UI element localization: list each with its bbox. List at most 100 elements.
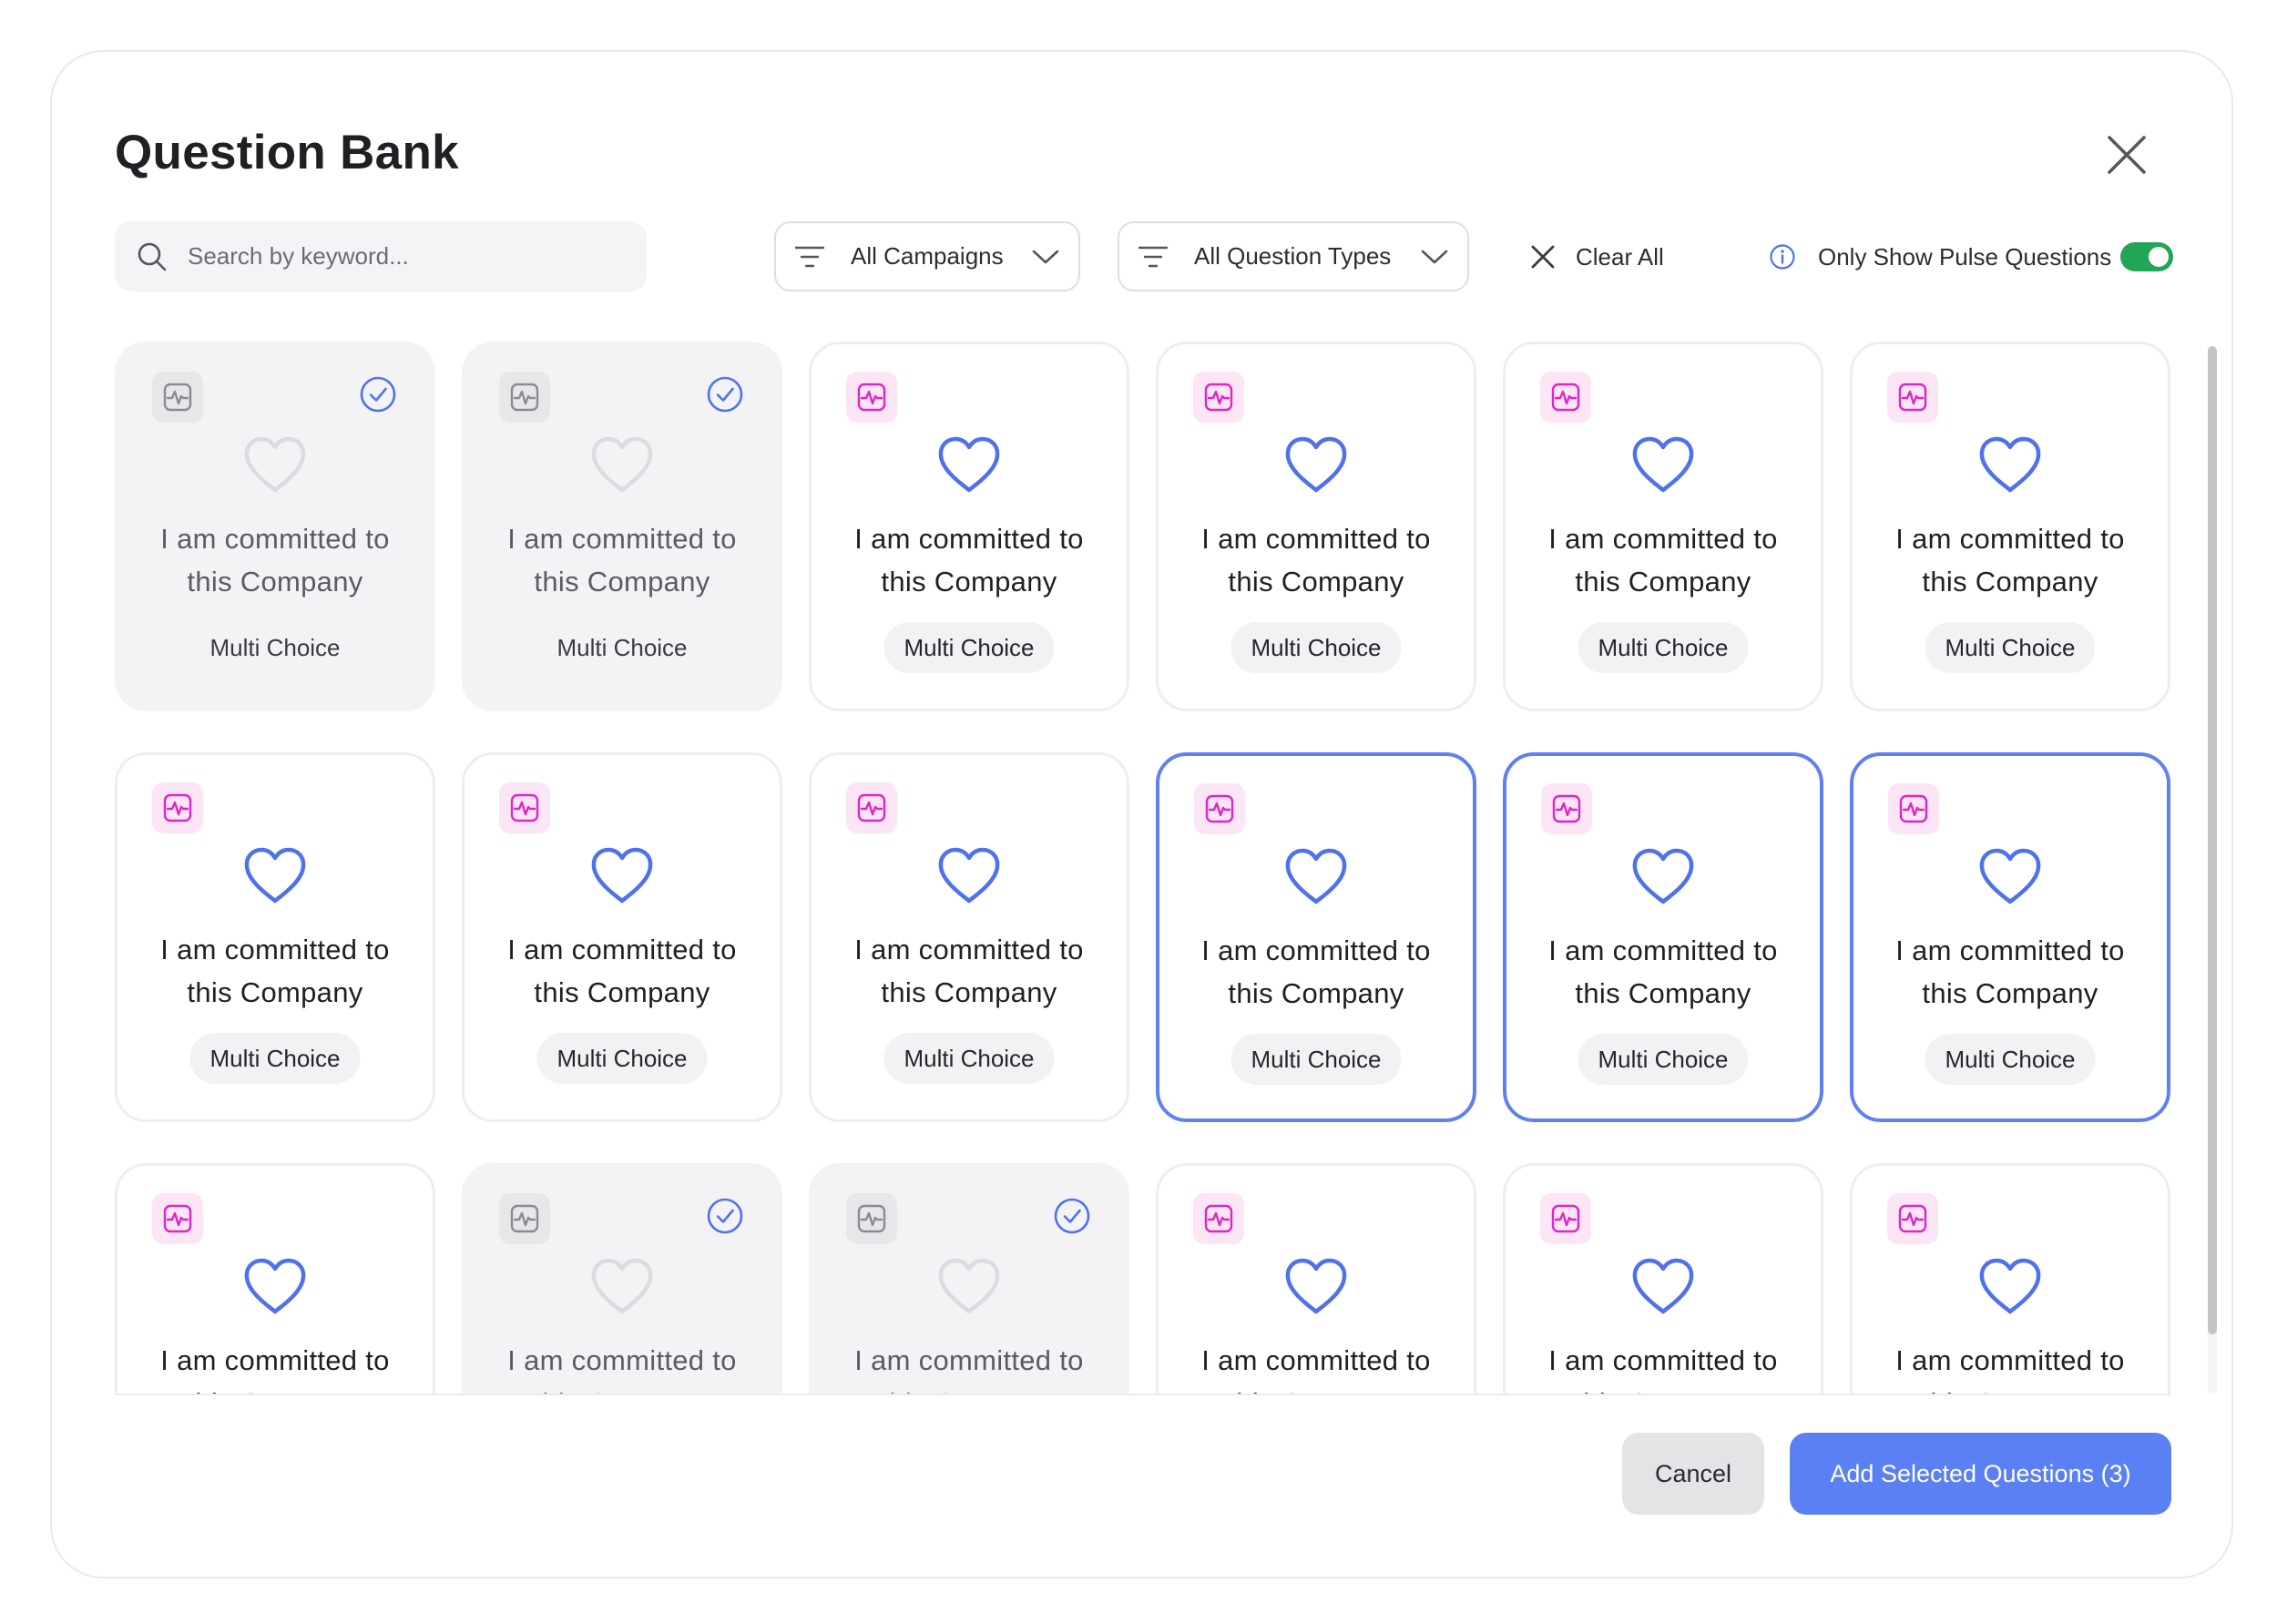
heart-icon [591,1258,653,1314]
pulse-only-filter: Only Show Pulse Questions [1769,235,2111,279]
pulse-icon [846,1193,897,1244]
question-card[interactable]: I am committed tothis Company Multi Choi… [1503,752,1823,1122]
heart-icon [938,436,1000,493]
question-type-badge: Multi Choice [1230,622,1402,673]
heart-icon [1285,1258,1347,1314]
check-circle-icon [1054,1198,1090,1234]
question-type-badge: Multi Choice [1925,1034,2096,1085]
question-card[interactable]: I am committed tothis Company Multi Choi… [462,752,782,1122]
pulse-icon [1194,783,1245,834]
campaigns-dropdown[interactable]: All Campaigns [774,221,1080,291]
question-card[interactable]: I am committed tothis Company Multi Choi… [1156,752,1476,1122]
question-text: I am committed tothis Company [854,934,1084,1008]
cancel-button[interactable]: Cancel [1622,1433,1764,1515]
question-card[interactable]: I am committed tothis Company Multi Choi… [1156,342,1476,711]
question-type-badge: Multi Choice [189,1033,361,1084]
scrollbar[interactable] [2208,346,2217,1394]
question-text: I am committed tothis Company [1548,935,1778,1009]
question-text: I am committed tothis Company [507,1344,737,1394]
heart-icon [1979,848,2041,904]
question-card[interactable]: I am committed tothis Company Multi Choi… [809,342,1129,711]
chevron-down-icon [1421,250,1448,263]
pulse-icon [1540,1193,1591,1244]
heart-icon [244,436,306,493]
pulse-icon [1540,372,1591,423]
add-selected-questions-button[interactable]: Add Selected Questions (3) [1790,1433,2171,1515]
question-card[interactable]: I am committed tothis Company Multi Choi… [1503,1163,1823,1394]
question-grid: I am committed to this Company Multi Choi… [115,342,2171,1394]
check-circle-icon [707,376,743,413]
question-type-badge: Multi Choice [1925,622,2096,673]
question-card[interactable]: I am committed tothis Company Multi Choi… [462,342,782,711]
pulse-icon [152,372,203,423]
chevron-down-icon [1032,250,1059,263]
pulse-icon [499,1193,550,1244]
heart-icon [1979,1258,2041,1314]
filter-icon [794,246,825,267]
question-card[interactable]: I am committed tothis Company Multi Choi… [115,752,435,1122]
question-text: I am committed tothis Company [1548,1344,1778,1394]
heart-icon [1285,848,1347,904]
heart-icon [1632,436,1694,493]
question-text: I am committed tothis Company [1201,523,1431,598]
question-text: I am committed tothis Company [160,523,390,598]
pulse-icon [1193,1193,1244,1244]
question-card[interactable]: I am committed tothis Company Multi Choi… [809,1163,1129,1394]
check-circle-icon [707,1198,743,1234]
question-card[interactable]: I am committed tothis Company Multi Choi… [462,1163,782,1394]
question-card[interactable]: I am committed tothis Company Multi Choi… [1503,342,1823,711]
question-text: I am committed tothis Company [507,934,737,1008]
question-card[interactable]: I am committed tothis Company Multi Choi… [115,342,435,711]
question-type-badge: Multi Choice [1578,622,1749,673]
heart-icon [591,847,653,904]
pulse-icon [152,1193,203,1244]
question-text: I am committed tothis Company [854,1344,1084,1394]
question-types-dropdown[interactable]: All Question Types [1118,221,1469,291]
heart-icon [1285,436,1347,493]
pulse-icon [846,782,897,833]
question-card[interactable]: I am committed tothis Company Multi Choi… [809,752,1129,1122]
toggle-knob [2149,247,2169,267]
question-text: I am committed tothis Company [507,523,737,598]
pulse-only-label: Only Show Pulse Questions [1818,242,2112,271]
heart-icon [244,847,306,904]
scrollbar-thumb[interactable] [2208,346,2217,1334]
question-type-badge: Multi Choice [1578,1034,1749,1085]
question-text: I am committed tothis Company [1895,523,2125,598]
pulse-icon [846,372,897,423]
pulse-icon [152,782,203,833]
pulse-icon [1887,1193,1938,1244]
question-type-badge: Multi Choice [1230,1034,1402,1085]
search-box [115,221,647,291]
question-type-badge: Multi Choice [209,633,341,661]
question-text: I am committed tothis Company [160,1344,390,1394]
pulse-icon [1888,783,1939,834]
heart-icon [244,1258,306,1314]
question-text: I am committed tothis Company [160,934,390,1008]
search-icon [138,242,167,271]
modal-title: Question Bank [115,126,459,179]
question-text: I am committed tothis Company [1201,935,1431,1009]
heart-icon [938,1258,1000,1314]
question-card[interactable]: I am committed tothis Company Multi Choi… [1850,1163,2170,1394]
question-text: I am committed tothis Company [1201,1344,1431,1394]
clear-all-label: Clear All [1576,242,1664,271]
heart-icon [591,436,653,493]
pulse-icon [1887,372,1938,423]
question-card[interactable]: I am committed tothis Company Multi Choi… [115,1163,435,1394]
search-input[interactable] [186,241,618,271]
pulse-only-toggle[interactable] [2120,242,2173,271]
pulse-icon [1193,372,1244,423]
question-card[interactable]: I am committed tothis Company Multi Choi… [1850,342,2170,711]
pulse-icon [499,782,550,833]
question-card[interactable]: I am committed tothis Company Multi Choi… [1156,1163,1476,1394]
info-icon[interactable] [1769,243,1796,271]
close-icon [1531,245,1555,269]
close-icon[interactable] [2104,132,2149,178]
question-card[interactable]: I am committed tothis Company Multi Choi… [1850,752,2170,1122]
clear-all-button[interactable]: Clear All [1530,235,1664,279]
question-text: I am committed tothis Company [1548,523,1778,598]
pulse-icon [499,372,550,423]
campaigns-dropdown-label: All Campaigns [851,242,1004,270]
question-grid-viewport: I am committed to this Company Multi Choi… [115,342,2171,1395]
